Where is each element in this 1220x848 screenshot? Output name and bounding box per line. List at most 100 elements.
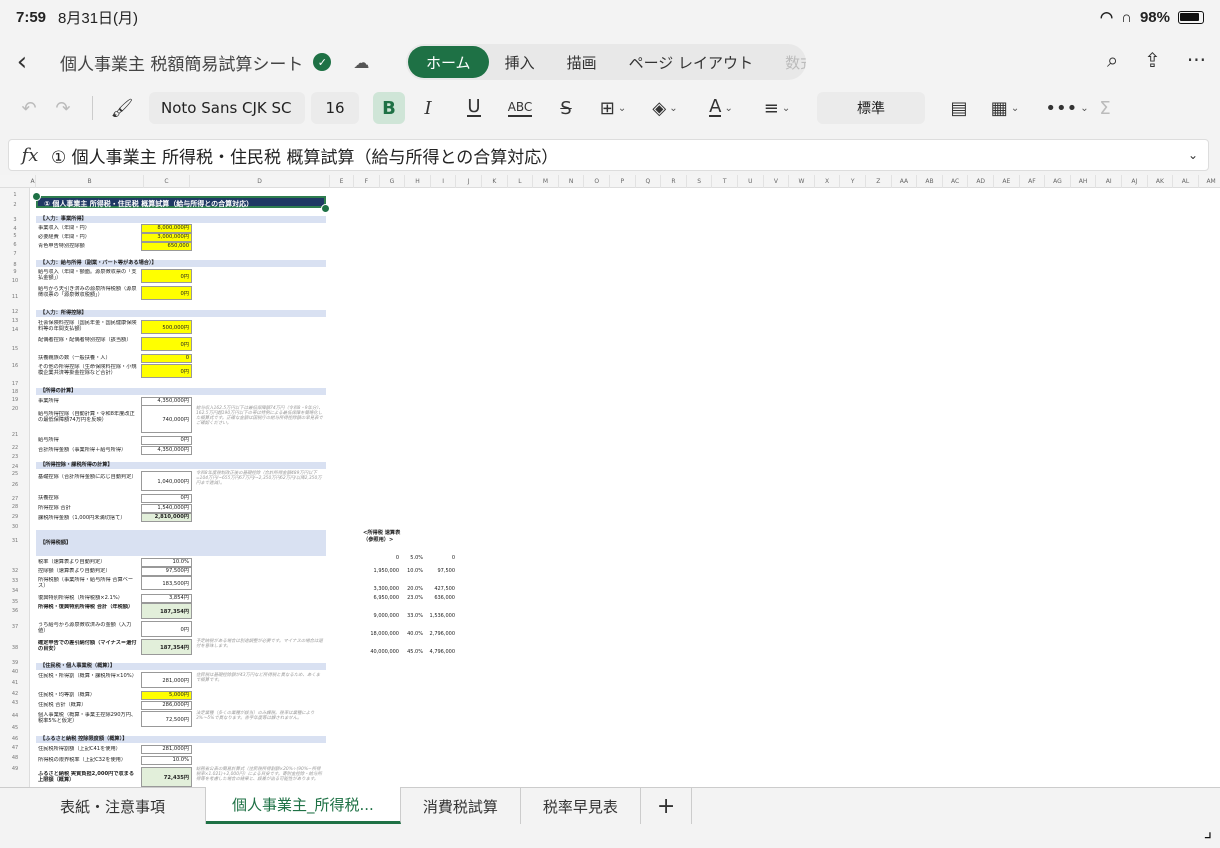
strikethrough-button[interactable]: S <box>543 92 589 124</box>
column-header[interactable]: E <box>330 175 354 188</box>
row-header[interactable]: 43 <box>0 700 30 706</box>
selection-handle[interactable] <box>32 192 41 201</box>
row-header[interactable]: 4 <box>0 226 30 232</box>
rate-table-cell[interactable]: 0 <box>423 555 455 561</box>
rate-table-cell[interactable]: 4,796,000 <box>423 649 455 655</box>
row-header[interactable]: 46 <box>0 736 30 742</box>
rate-table-cell[interactable]: 45.0% <box>399 649 423 655</box>
formula-content[interactable]: ① 個人事業主 所得税・住民税 概算試算（給与所得との合算対応） <box>51 143 558 168</box>
search-icon[interactable]: ⌕ <box>1107 48 1118 72</box>
redo-icon[interactable]: ↷ <box>46 92 80 124</box>
rate-table-cell[interactable]: 23.0% <box>399 595 423 601</box>
row-header[interactable]: 36 <box>0 608 30 614</box>
rate-table-cell[interactable]: 6,950,000 <box>363 595 399 601</box>
row-header[interactable]: 15 <box>0 346 30 352</box>
row-header[interactable]: 20 <box>0 406 30 412</box>
row-header[interactable]: 1 <box>0 192 30 198</box>
sheet-title-cell[interactable]: ① 個人事業主 所得税・住民税 概算試算（給与所得との合算対応） <box>36 196 326 208</box>
result-cell[interactable]: 187,354円 <box>141 603 192 619</box>
rate-table-cell[interactable]: 20.0% <box>399 586 423 592</box>
font-name-box[interactable]: Noto Sans CJK SC <box>149 92 305 124</box>
format-painter-icon[interactable]: 🖌 <box>105 92 139 124</box>
rate-table-cell[interactable]: 97,500 <box>423 568 456 574</box>
column-header[interactable]: AI <box>1096 175 1122 188</box>
row-header[interactable]: 19 <box>0 397 30 403</box>
row-header[interactable]: 10 <box>0 278 30 284</box>
sheet-tab-rate-table[interactable]: 税率早見表 <box>521 788 641 824</box>
result-cell[interactable]: 187,354円 <box>141 639 192 655</box>
row-header[interactable]: 30 <box>0 524 30 530</box>
column-header[interactable]: AH <box>1071 175 1097 188</box>
fx-icon[interactable]: fx <box>9 145 51 166</box>
row-header[interactable]: 12 <box>0 309 30 315</box>
column-header[interactable]: S <box>687 175 713 188</box>
rate-table-cell[interactable]: 1,950,000 <box>363 568 399 574</box>
font-color-button[interactable]: A ⌄ <box>693 92 749 124</box>
row-header[interactable]: 9 <box>0 269 30 275</box>
calc-cell[interactable]: 0円 <box>141 494 192 503</box>
column-header[interactable]: AD <box>968 175 994 188</box>
rate-table-cell[interactable]: 1,536,000 <box>423 613 455 619</box>
row-header[interactable]: 8 <box>0 262 30 268</box>
row-header[interactable]: 28 <box>0 504 30 510</box>
calc-cell[interactable]: 4,350,000円 <box>141 446 192 455</box>
column-header[interactable]: R <box>661 175 687 188</box>
calc-cell[interactable]: 0円 <box>141 621 192 637</box>
column-header[interactable]: I <box>431 175 457 188</box>
row-header[interactable]: 48 <box>0 755 30 761</box>
rate-table-cell[interactable]: 427,500 <box>423 586 455 592</box>
sheet-tab-cover[interactable]: 表紙・注意事項 <box>0 788 207 824</box>
calc-cell[interactable]: 10.0% <box>141 756 192 765</box>
rate-table-cell[interactable]: 0 <box>363 555 399 561</box>
input-cell[interactable]: 3,000,000円 <box>141 233 192 242</box>
italic-button[interactable]: I <box>405 92 451 124</box>
row-header[interactable]: 47 <box>0 745 30 751</box>
row-header[interactable]: 32 <box>0 568 30 574</box>
row-header[interactable]: 7 <box>0 251 30 257</box>
row-header[interactable]: 26 <box>0 482 30 488</box>
column-header[interactable]: Z <box>866 175 892 188</box>
column-header[interactable]: AA <box>892 175 918 188</box>
row-header[interactable]: 18 <box>0 389 30 395</box>
rate-table-cell[interactable]: 636,000 <box>423 595 455 601</box>
row-header[interactable]: 23 <box>0 454 30 460</box>
share-icon[interactable]: ⇪ <box>1144 48 1161 72</box>
tab-formulas[interactable]: 数式 <box>769 44 806 80</box>
input-cell[interactable]: 8,000,000円 <box>141 224 192 233</box>
column-header[interactable]: V <box>764 175 790 188</box>
cell-format-button[interactable]: ▦ ⌄ <box>979 92 1031 124</box>
row-header[interactable]: 13 <box>0 318 30 324</box>
column-header[interactable]: L <box>508 175 534 188</box>
document-title[interactable]: 個人事業主 税額簡易試算シート <box>60 50 303 75</box>
calc-cell[interactable]: 10.0% <box>141 558 192 567</box>
row-header[interactable]: 39 <box>0 660 30 666</box>
input-cell[interactable]: 0円 <box>141 337 192 351</box>
row-header[interactable]: 31 <box>0 538 30 544</box>
row-header[interactable]: 16 <box>0 363 30 369</box>
input-cell[interactable]: 0円 <box>141 286 192 300</box>
row-header[interactable]: 5 <box>0 233 30 239</box>
calc-cell[interactable]: 740,000円 <box>141 405 192 433</box>
row-header[interactable]: 40 <box>0 669 30 675</box>
tab-page-layout[interactable]: ページ レイアウト <box>613 44 769 80</box>
row-header[interactable]: 21 <box>0 432 30 438</box>
undo-icon[interactable]: ↶ <box>12 92 46 124</box>
column-header[interactable]: AL <box>1173 175 1199 188</box>
sheet-tab-consumption-tax[interactable]: 消費税試算 <box>401 788 521 824</box>
row-header[interactable]: 22 <box>0 445 30 451</box>
row-header[interactable]: 34 <box>0 588 30 594</box>
sheet-tab-income-tax[interactable]: 個人事業主_所得税... <box>206 787 401 824</box>
row-header[interactable]: 49 <box>0 766 30 772</box>
calc-cell[interactable]: 97,500円 <box>141 567 192 576</box>
calc-cell[interactable]: 1,540,000円 <box>141 504 192 513</box>
column-header[interactable]: N <box>559 175 585 188</box>
column-header[interactable]: AK <box>1148 175 1174 188</box>
input-cell[interactable]: 5,000円 <box>141 691 192 700</box>
wrap-text-icon[interactable]: ▤ <box>939 92 979 124</box>
borders-button[interactable]: ⊞ ⌄ <box>589 92 637 124</box>
formula-bar[interactable]: fx ① 個人事業主 所得税・住民税 概算試算（給与所得との合算対応） ⌄ <box>8 139 1209 171</box>
bold-button[interactable]: B <box>373 92 405 124</box>
sum-icon[interactable]: Σ <box>1093 92 1117 124</box>
calc-cell[interactable]: 183,500円 <box>141 576 192 590</box>
column-header[interactable]: AE <box>994 175 1020 188</box>
